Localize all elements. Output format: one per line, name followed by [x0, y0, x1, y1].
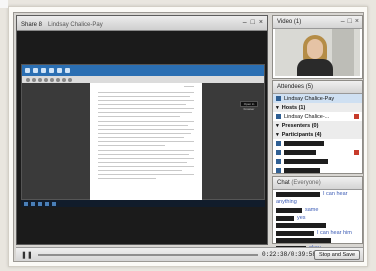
chat-message: I can hear: [273, 190, 362, 198]
redacted-sender: [276, 238, 331, 243]
chevron-down-icon: ▾: [276, 104, 279, 111]
close-icon[interactable]: ×: [355, 18, 359, 25]
chat-message: yes: [273, 214, 362, 222]
attendees-title: Attendees: [277, 84, 305, 90]
presenter-name: Lindsay Chalice-Pay: [48, 22, 103, 28]
attendee-selected[interactable]: Lindsay Chalice-Pay: [273, 94, 362, 103]
chevron-down-icon: ▾: [276, 122, 279, 129]
participants-group[interactable]: ▾ Participants (4): [273, 130, 362, 139]
user-icon: [276, 150, 281, 155]
app-ribbon: [22, 76, 264, 83]
redacted-sender: [276, 223, 326, 228]
stop-and-save-button[interactable]: Stop and Save: [314, 250, 360, 260]
pause-icon[interactable]: ❚❚: [21, 251, 33, 259]
share-title-bar: Share 8 Lindsay Chalice-Pay – □ ×: [17, 16, 267, 31]
participant-row[interactable]: [273, 157, 362, 166]
ribbon-icon: [50, 77, 54, 82]
chat-title: Chat: [277, 180, 290, 186]
os-taskbar: [21, 200, 265, 207]
ribbon-icon: [44, 77, 48, 82]
recording-bar: ❚❚ 0:22:38/0:39:58 Stop and Save: [16, 247, 363, 261]
corner-tape: [0, 0, 8, 8]
minimize-icon[interactable]: –: [243, 19, 247, 26]
toolbar-icon: [25, 68, 30, 73]
ribbon-icon: [56, 77, 60, 82]
attendees-count: (5): [305, 84, 314, 90]
ribbon-icon: [32, 77, 36, 82]
chat-message: I can hear him: [273, 229, 362, 237]
chat-title-bar: Chat (Everyone): [273, 177, 362, 190]
chat-message: [273, 222, 362, 229]
user-icon: [276, 168, 281, 173]
toolbar-icon: [57, 68, 62, 73]
toolbar-icon: [65, 68, 70, 73]
redacted-sender: [276, 207, 302, 213]
redacted-sender: [276, 215, 294, 221]
chat-message: [273, 237, 362, 244]
ribbon-icon: [68, 77, 72, 82]
host-icon: [276, 114, 281, 119]
shared-screen: Open in browser: [21, 64, 265, 201]
participant-row[interactable]: [273, 139, 362, 148]
chevron-down-icon: ▾: [276, 131, 279, 138]
maximize-icon[interactable]: □: [251, 19, 255, 26]
page-header-line: [184, 86, 194, 87]
close-icon[interactable]: ×: [259, 19, 263, 26]
taskbar-icon: [52, 201, 56, 206]
attendees-title-bar: Attendees (5): [273, 81, 362, 94]
share-pane: Share 8 Lindsay Chalice-Pay – □ × Open i…: [16, 15, 268, 245]
redacted-name: [284, 141, 324, 146]
app-toolbar: [22, 65, 264, 76]
chat-message: same: [273, 206, 362, 214]
user-icon: [276, 141, 281, 146]
video-count: (1): [293, 19, 302, 25]
toolbar-icon: [49, 68, 54, 73]
minimize-icon[interactable]: –: [341, 18, 345, 25]
doc-side-button[interactable]: Open in browser: [240, 101, 258, 111]
chat-scope: (Everyone): [291, 180, 321, 186]
share-title: Share 8: [21, 22, 43, 28]
taskbar-icon: [31, 201, 35, 206]
redacted-sender: [276, 230, 314, 236]
participant-row[interactable]: [273, 148, 362, 157]
participant-row[interactable]: [273, 166, 362, 175]
video-title-bar: Video (1) – □ ×: [273, 16, 362, 29]
chat-message: anything: [276, 199, 297, 205]
redacted-sender: [276, 191, 320, 197]
ribbon-icon: [26, 77, 30, 82]
playback-scrubber[interactable]: [38, 254, 258, 256]
host-row[interactable]: Lindsay Chalice-...: [273, 112, 362, 121]
taskbar-icon: [38, 201, 42, 206]
mic-icon: [354, 150, 359, 155]
toolbar-icon: [41, 68, 46, 73]
hosts-group[interactable]: ▾ Hosts (1): [273, 103, 362, 112]
ribbon-icon: [62, 77, 66, 82]
document-page: [90, 83, 202, 201]
elapsed-time: 0:22:38/0:39:58: [262, 251, 317, 258]
user-icon: [276, 96, 281, 101]
chat-pane: Chat (Everyone) I can hear anything same…: [272, 176, 363, 251]
webcam-feed: [275, 29, 360, 76]
toolbar-icon: [33, 68, 38, 73]
video-pane: Video (1) – □ ×: [272, 15, 363, 79]
user-icon: [276, 159, 281, 164]
redacted-name: [284, 168, 320, 173]
redacted-name: [284, 159, 328, 164]
redacted-name: [284, 150, 316, 155]
ribbon-icon: [38, 77, 42, 82]
attendees-pane: Attendees (5) Lindsay Chalice-Pay ▾ Host…: [272, 80, 363, 174]
taskbar-icon: [45, 201, 49, 206]
maximize-icon[interactable]: □: [348, 18, 352, 25]
video-title: Video: [277, 19, 293, 25]
mic-icon: [354, 114, 359, 119]
taskbar-icon: [24, 201, 28, 206]
meeting-window: Share 8 Lindsay Chalice-Pay – □ × Open i…: [13, 12, 364, 262]
presenters-group[interactable]: ▾ Presenters (0): [273, 121, 362, 130]
